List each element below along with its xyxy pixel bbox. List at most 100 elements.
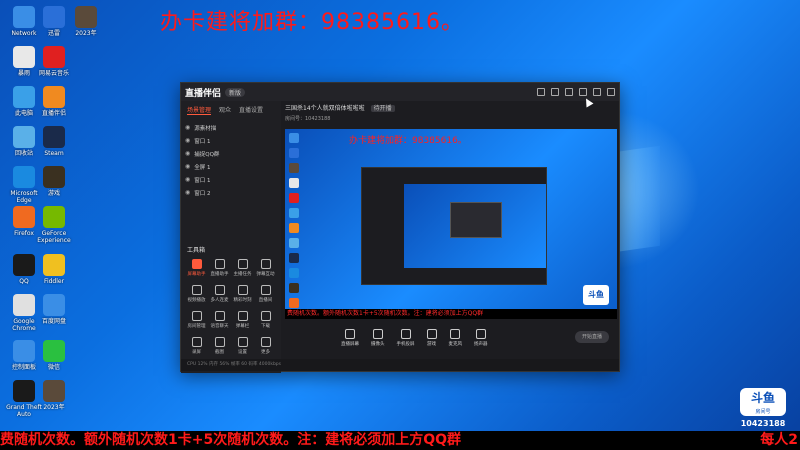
stream-preview[interactable]: 办卡建将加群：98385616。 斗鱼 费随机次数。额外随机次数1卡+5次随机次… (285, 129, 617, 319)
tool-item[interactable]: 设置 (231, 337, 254, 355)
source-button[interactable]: 扬声器 (474, 329, 488, 347)
eye-icon[interactable]: ◉ (185, 150, 190, 157)
tool-item[interactable]: 截图 (208, 337, 231, 355)
app-icon (13, 380, 35, 402)
scene-item[interactable]: ◉ 窗口 1 (185, 134, 277, 147)
source-button[interactable]: 摄像头 (371, 329, 385, 347)
desktop-icon[interactable]: GeForce Experience (34, 206, 74, 244)
desktop-icon[interactable]: 微信 (34, 340, 74, 371)
eye-icon[interactable]: ◉ (185, 163, 190, 170)
tool-icon (260, 259, 271, 269)
desktop-icon-label: 直播伴侣 (41, 110, 66, 117)
version-badge[interactable]: 新版 (225, 87, 246, 97)
app-icon (13, 126, 35, 148)
tool-icon (237, 311, 248, 321)
desktop-icon[interactable]: Fiddler (34, 254, 74, 285)
title-bar[interactable]: 直播伴侣 新版 (181, 83, 619, 101)
tool-item[interactable]: 视频播放 (185, 285, 208, 303)
tool-icon (214, 337, 225, 347)
start-live-button[interactable]: 开始直播 (575, 331, 609, 343)
left-panel: 场景管理 观众 直播设置 ◉ 源素材描 ◉ 窗口 1 ◉ 捕捉QQ群 ◉ 全屏 1 ◉ 窗… (181, 101, 281, 373)
minimize-icon[interactable] (579, 88, 587, 96)
scene-item[interactable]: ◉ 窗口 1 (185, 173, 277, 186)
maximize-icon[interactable] (593, 88, 601, 96)
desktop-icon[interactable]: 游戏 (34, 166, 74, 197)
promo-banner: 办卡建将加群：98385616。 (160, 10, 464, 35)
tool-item[interactable]: 屏幕助手 (185, 259, 208, 277)
app-icon (13, 294, 35, 316)
tool-label: 精彩时刻 (233, 298, 252, 303)
skin-icon[interactable] (551, 88, 559, 96)
tool-icon (191, 285, 202, 295)
desktop-icon[interactable]: 百度网盘 (34, 294, 74, 325)
tab-scenes[interactable]: 场景管理 (187, 105, 212, 115)
eye-icon[interactable]: ◉ (185, 176, 190, 183)
tool-item[interactable]: 录屏 (185, 337, 208, 355)
tool-icon (260, 311, 271, 321)
desktop-icon[interactable]: 直播伴侣 (34, 86, 74, 117)
eye-icon[interactable]: ◉ (185, 124, 190, 131)
scene-item[interactable]: ◉ 全屏 1 (185, 160, 277, 173)
tool-label: 屏幕助手 (187, 272, 206, 277)
app-icon (13, 206, 35, 228)
tool-label: 录屏 (192, 350, 201, 355)
desktop-icon-label: 网易云音乐 (38, 70, 69, 77)
desktop-icon[interactable]: 2023年 (34, 380, 74, 411)
scene-item[interactable]: ◉ 窗口 2 (185, 186, 277, 199)
source-button[interactable]: 直播屏幕 (341, 329, 359, 347)
source-button[interactable]: 麦克风 (448, 329, 463, 347)
desktop-icon-label: GeForce Experience (37, 230, 71, 244)
tool-item[interactable]: 语音聊天 (208, 311, 231, 329)
room-title: 三国杀14个人就双倍体啦啦啦 待开播 (285, 103, 395, 112)
settings-icon[interactable] (537, 88, 545, 96)
live-companion-window[interactable]: 直播伴侣 新版 场景管理 观众 直播设置 ◉ 源素材描 ◉ 窗口 1 ◉ 捕捉QQ群 … (180, 82, 620, 373)
tool-label: 截图 (215, 350, 224, 355)
app-title: 直播伴侣 (185, 88, 222, 99)
app-icon (43, 294, 65, 316)
menu-icon[interactable] (565, 88, 573, 96)
room-status-tag[interactable]: 待开播 (370, 105, 395, 112)
tool-label: 多人连麦 (210, 298, 229, 303)
desktop-icon-label: 百度网盘 (41, 318, 66, 325)
tool-item[interactable]: 下载 (254, 311, 277, 329)
tool-icon (214, 311, 225, 321)
tool-item[interactable]: 主播任务 (231, 259, 254, 277)
tool-label: 下载 (261, 324, 270, 329)
tool-icon (260, 337, 271, 347)
tool-item[interactable]: 弹幕栏 (231, 311, 254, 329)
desktop-icon[interactable]: 网易云音乐 (34, 46, 74, 77)
tab-settings[interactable]: 直播设置 (239, 105, 263, 115)
tool-item[interactable]: 房间管理 (185, 311, 208, 329)
tool-item[interactable]: 精彩时刻 (231, 285, 254, 303)
desktop-icon-label: Steam (44, 150, 64, 157)
desktop-icon[interactable]: Steam (34, 126, 74, 157)
close-icon[interactable] (607, 88, 615, 96)
tab-audience[interactable]: 观众 (219, 105, 231, 115)
toolbox-title: 工具箱 (187, 247, 206, 254)
source-label: 手机投屏 (396, 342, 415, 347)
tool-item[interactable]: 直播间 (254, 285, 277, 303)
source-button[interactable]: 手机投屏 (397, 329, 415, 347)
desktop-icon[interactable]: 2023年 (66, 6, 106, 37)
scene-item[interactable]: ◉ 源素材描 (185, 121, 277, 134)
app-icon (75, 6, 97, 28)
source-icon (450, 329, 461, 339)
eye-icon[interactable]: ◉ (185, 189, 190, 196)
desktop-icon-label: 2023年 (43, 404, 65, 411)
ticker-tail: 每人2 (760, 432, 798, 448)
tool-item[interactable]: 弹幕互动 (254, 259, 277, 277)
tool-item[interactable]: 多人连麦 (208, 285, 231, 303)
source-label: 扬声器 (474, 342, 488, 347)
scene-item[interactable]: ◉ 捕捉QQ群 (185, 147, 277, 160)
app-icon (13, 86, 35, 108)
tool-item[interactable]: 更多 (254, 337, 277, 355)
tool-label: 弹幕互动 (256, 272, 275, 277)
douyu-sub: 房间号 (755, 409, 771, 415)
tool-item[interactable]: 直播助手 (208, 259, 231, 277)
source-label: 麦克风 (448, 342, 463, 347)
app-icon (43, 46, 65, 68)
status-bar: CPU 12% 内存 56% 帧率 60 码率 4000kbps (181, 359, 619, 371)
source-button[interactable]: 游戏 (426, 329, 437, 347)
eye-icon[interactable]: ◉ (185, 137, 190, 144)
tool-label: 直播助手 (210, 272, 229, 277)
